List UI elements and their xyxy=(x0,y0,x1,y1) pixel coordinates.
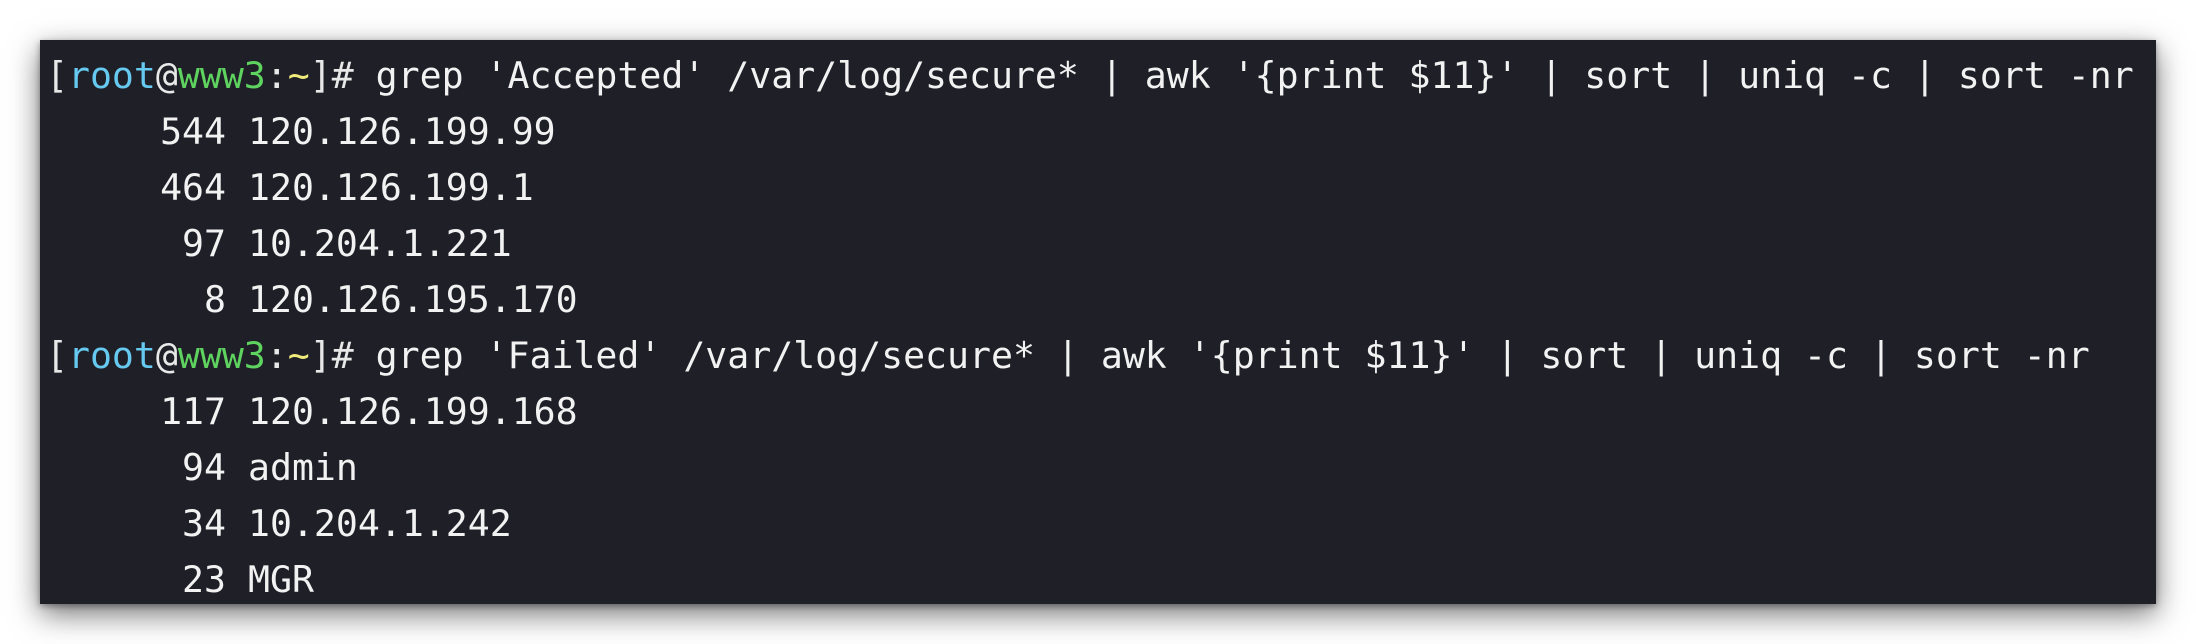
output-row: 464 120.126.199.1 xyxy=(40,160,2156,216)
prompt-at: @ xyxy=(155,54,178,97)
output-value: 120.126.195.170 xyxy=(248,278,578,321)
output-row: 94 admin xyxy=(40,440,2156,496)
output-value: 120.126.199.1 xyxy=(248,166,534,209)
prompt-open-bracket: [ xyxy=(46,54,68,97)
output-count: 23 xyxy=(182,558,226,601)
output-count: 97 xyxy=(182,222,226,265)
output-row: 97 10.204.1.221 xyxy=(40,216,2156,272)
prompt-host: www3 xyxy=(177,334,266,377)
output-count: 94 xyxy=(182,446,226,489)
output-value: 120.126.199.99 xyxy=(248,110,556,153)
output-count: 464 xyxy=(160,166,226,209)
prompt-path: ~ xyxy=(287,54,310,97)
prompt-user: root xyxy=(67,54,156,97)
output-row: 34 10.204.1.242 xyxy=(40,496,2156,552)
command-text: grep 'Accepted' /var/log/secure* | awk '… xyxy=(353,54,2134,97)
terminal-window[interactable]: [root@www3:~]# grep 'Accepted' /var/log/… xyxy=(40,40,2156,604)
prompt-user: root xyxy=(67,334,156,377)
output-row: 544 120.126.199.99 xyxy=(40,104,2156,160)
prompt-host: www3 xyxy=(177,54,266,97)
output-count: 544 xyxy=(160,110,226,153)
output-value: 120.126.199.168 xyxy=(248,390,578,433)
output-row: 8 120.126.195.170 xyxy=(40,272,2156,328)
output-value: 10.204.1.242 xyxy=(248,502,512,545)
output-value: 10.204.1.221 xyxy=(248,222,512,265)
output-value: admin xyxy=(248,446,358,489)
prompt-close: ]# xyxy=(309,334,354,377)
prompt-line: [root@www3:~]# grep 'Accepted' /var/log/… xyxy=(40,48,2156,104)
prompt-line: [root@www3:~]# grep 'Failed' /var/log/se… xyxy=(40,328,2156,384)
command-text: grep 'Failed' /var/log/secure* | awk '{p… xyxy=(353,334,2090,377)
output-count: 117 xyxy=(160,390,226,433)
output-row: 23 MGR xyxy=(40,552,2156,604)
output-count: 8 xyxy=(204,278,226,321)
output-value: MGR xyxy=(248,558,314,601)
prompt-at: @ xyxy=(155,334,178,377)
output-count: 34 xyxy=(182,502,226,545)
prompt-colon: : xyxy=(265,334,288,377)
screenshot-stage: [root@www3:~]# grep 'Accepted' /var/log/… xyxy=(0,0,2196,644)
prompt-open-bracket: [ xyxy=(46,334,68,377)
prompt-path: ~ xyxy=(287,334,310,377)
output-row: 117 120.126.199.168 xyxy=(40,384,2156,440)
prompt-colon: : xyxy=(265,54,288,97)
prompt-close: ]# xyxy=(309,54,354,97)
